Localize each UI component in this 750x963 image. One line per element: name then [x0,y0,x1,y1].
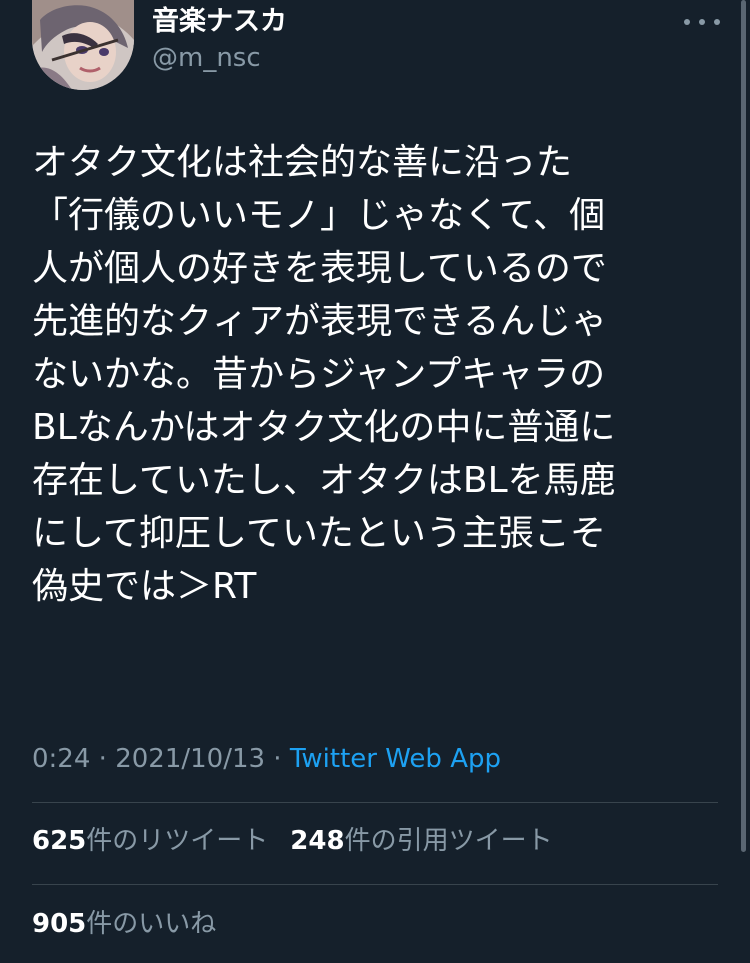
more-options-button[interactable] [684,8,720,36]
more-horizontal-icon [714,19,720,25]
tweet-date[interactable]: 2021/10/13 [115,744,265,774]
likes-label: 件のいいね [86,909,217,939]
divider [32,802,718,803]
tweet-detail-page: 音楽ナスカ @m_nsc オタク文化は社会的な善に沿った 「行儀のいいモノ」じゃ… [0,0,750,963]
tweet-text-line: ないかな。昔からジャンプキャラの [32,354,606,395]
scrollbar[interactable] [741,0,746,852]
avatar[interactable] [32,0,134,90]
tweet-text-line: 存在していたし、オタクはBLを馬鹿 [32,460,616,501]
retweets-link[interactable]: 625件のリツイート [32,826,268,856]
more-horizontal-icon [684,19,690,25]
tweet-text-line: 偽史では＞RT [32,566,257,607]
tweet-text-line: オタク文化は社会的な善に沿った [32,142,573,183]
quotes-link[interactable]: 248件の引用ツイート [290,826,552,856]
tweet-text-line: 「行儀のいいモノ」じゃなくて、個 [32,195,606,236]
quotes-count: 248 [290,826,345,856]
likes-link[interactable]: 905件のいいね [32,909,216,939]
likes-stats-row: 905件のいいね [32,905,216,943]
tweet-text-line: 先進的なクィアが表現できるんじゃ [32,301,608,342]
avatar-image [32,0,134,90]
meta-separator: · [265,744,290,774]
tweet-time[interactable]: 0:24 [32,744,90,774]
tweet-text-line: にして抑圧していたという主張こそ [32,513,606,554]
more-horizontal-icon [699,19,705,25]
meta-separator: · [90,744,116,774]
likes-count: 905 [32,909,87,939]
tweet-text-line: 人が個人の好きを表現しているので [32,248,607,289]
quotes-label: 件の引用ツイート [344,826,553,856]
tweet-meta: 0:24 · 2021/10/13 · Twitter Web App [32,740,501,778]
retweets-label: 件のリツイート [86,826,269,856]
divider [32,884,718,885]
retweet-stats-row: 625件のリツイート 248件の引用ツイート [32,822,553,860]
tweet-text: オタク文化は社会的な善に沿った 「行儀のいいモノ」じゃなくて、個 人が個人の好き… [32,136,722,613]
tweet-header: 音楽ナスカ @m_nsc [32,0,722,92]
tweet-text-line: BLなんかはオタク文化の中に普通に [32,407,616,448]
display-name[interactable]: 音楽ナスカ [152,6,287,38]
retweets-count: 625 [32,826,87,856]
tweet-source-link[interactable]: Twitter Web App [290,744,501,774]
user-handle[interactable]: @m_nsc [152,43,261,74]
